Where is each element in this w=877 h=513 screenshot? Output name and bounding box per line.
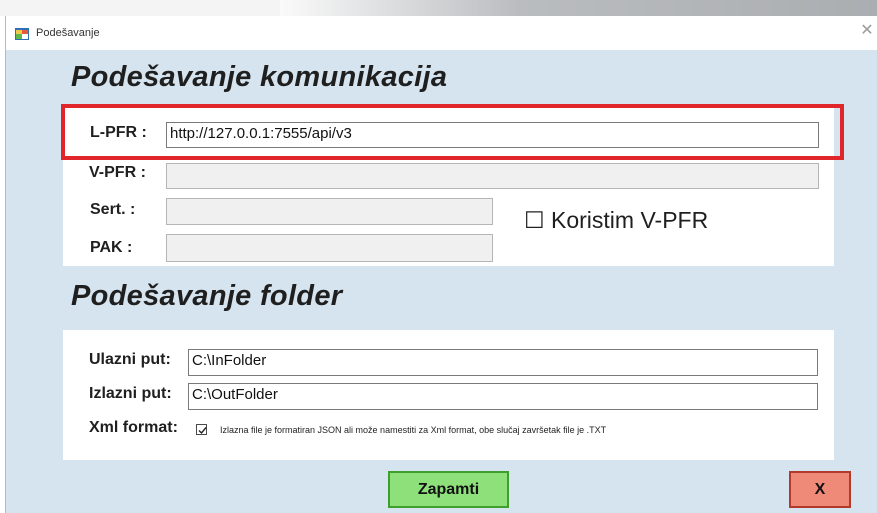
close-button[interactable]: X bbox=[789, 471, 851, 508]
input-path-label: Ulazni put: bbox=[89, 351, 171, 368]
background-strip bbox=[0, 0, 877, 16]
pak-input[interactable] bbox=[166, 234, 493, 262]
window-title: Podešavanje bbox=[36, 27, 100, 39]
xml-format-note: Izlazna file je formatiran JSON ali može… bbox=[220, 425, 607, 435]
close-icon[interactable]: ✕ bbox=[859, 23, 875, 39]
input-path-field[interactable]: C:\InFolder bbox=[188, 349, 818, 376]
settings-window: Podešavanje ✕ Podešavanje komunikacija L… bbox=[5, 16, 877, 513]
client-area: Podešavanje komunikacija L-PFR : http://… bbox=[6, 50, 877, 513]
pak-label: PAK : bbox=[90, 239, 133, 256]
folder-panel: Ulazni put: C:\InFolder Izlazni put: C:\… bbox=[63, 330, 834, 460]
output-path-field[interactable]: C:\OutFolder bbox=[188, 383, 818, 410]
app-icon bbox=[15, 27, 29, 40]
vpfr-label: V-PFR : bbox=[89, 164, 146, 181]
vpfr-input[interactable] bbox=[166, 163, 819, 189]
xml-format-checkbox[interactable] bbox=[196, 424, 207, 435]
save-button[interactable]: Zapamti bbox=[388, 471, 509, 508]
folder-heading: Podešavanje folder bbox=[71, 280, 343, 312]
use-vpfr-checkbox-glyph: ☐ bbox=[524, 207, 545, 233]
use-vpfr-checkbox[interactable]: ☐ Koristim V-PFR bbox=[524, 207, 708, 234]
title-bar: Podešavanje ✕ bbox=[6, 16, 877, 50]
sert-label: Sert. : bbox=[90, 201, 136, 218]
sert-input[interactable] bbox=[166, 198, 493, 225]
lpfr-highlight-box bbox=[61, 104, 844, 160]
use-vpfr-label: Koristim V-PFR bbox=[551, 207, 709, 233]
output-path-label: Izlazni put: bbox=[89, 385, 172, 402]
communication-heading: Podešavanje komunikacija bbox=[71, 61, 448, 93]
xml-format-label: Xml format: bbox=[89, 419, 178, 436]
